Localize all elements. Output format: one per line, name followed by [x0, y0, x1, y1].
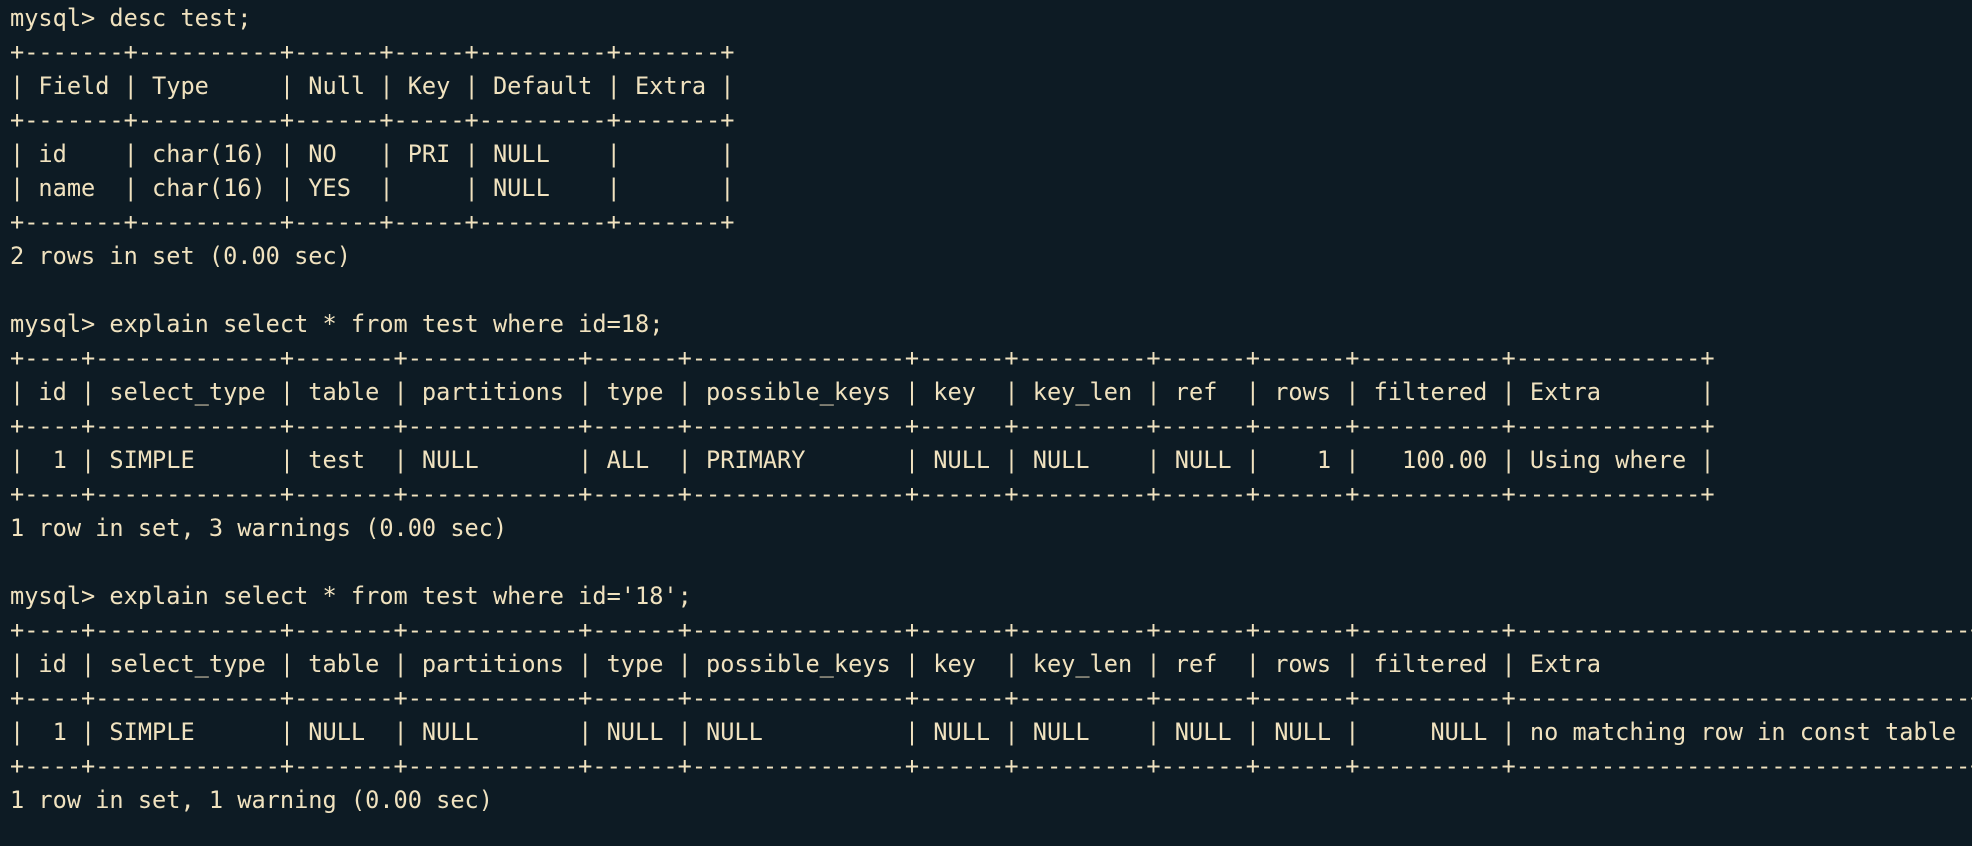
result-summary: 1 row in set, 1 warning (0.00 sec) — [10, 786, 493, 814]
command-prompt-explain-string: mysql> explain select * from test where … — [10, 582, 692, 610]
table-row: | id | char(16) | NO | PRI | NULL | | — [10, 140, 735, 168]
result-summary: 2 rows in set (0.00 sec) — [10, 242, 351, 270]
table-row: | 1 | SIMPLE | test | NULL | ALL | PRIMA… — [10, 446, 1715, 474]
table-border: +-------+----------+------+-----+-------… — [10, 208, 735, 236]
table-border: +----+-------------+-------+------------… — [10, 344, 1715, 372]
table-border: +----+-------------+-------+------------… — [10, 684, 1972, 712]
table-border: +----+-------------+-------+------------… — [10, 752, 1972, 780]
table-border: +----+-------------+-------+------------… — [10, 480, 1715, 508]
table-header-row: | id | select_type | table | partitions … — [10, 650, 1972, 678]
table-border: +----+-------------+-------+------------… — [10, 616, 1972, 644]
table-border: +-------+----------+------+-----+-------… — [10, 106, 735, 134]
result-summary: 1 row in set, 3 warnings (0.00 sec) — [10, 514, 508, 542]
table-header-row: | id | select_type | table | partitions … — [10, 378, 1715, 406]
command-prompt-explain-int: mysql> explain select * from test where … — [10, 310, 664, 338]
command-prompt-desc: mysql> desc test; — [10, 4, 252, 32]
table-border: +-------+----------+------+-----+-------… — [10, 38, 735, 66]
table-row: | name | char(16) | YES | | NULL | | — [10, 174, 735, 202]
table-header-row: | Field | Type | Null | Key | Default | … — [10, 72, 735, 100]
table-row: | 1 | SIMPLE | NULL | NULL | NULL | NULL… — [10, 718, 1972, 746]
terminal-window[interactable]: mysql> desc test; +-------+----------+--… — [0, 0, 1972, 846]
table-border: +----+-------------+-------+------------… — [10, 412, 1715, 440]
